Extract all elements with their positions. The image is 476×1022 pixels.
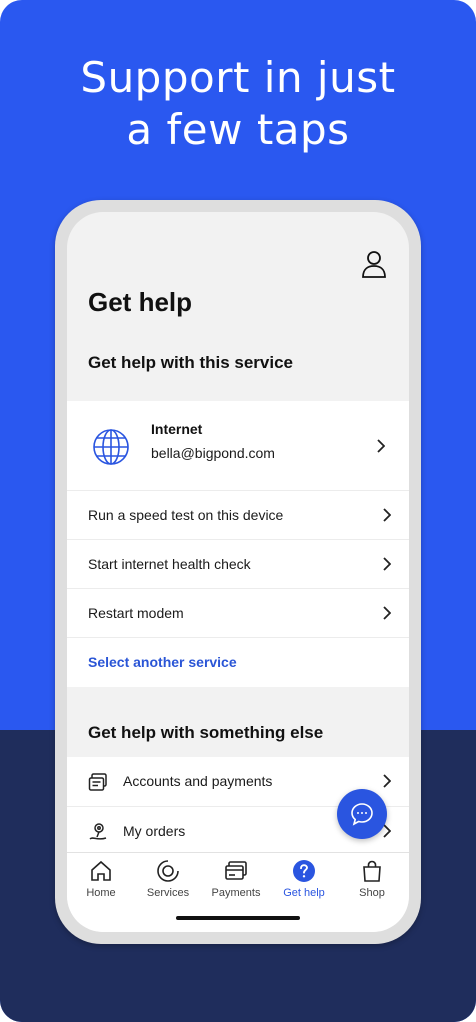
service-name: Internet [151,421,203,437]
chevron-right-icon [377,439,385,453]
action-label: Start internet health check [88,556,251,572]
tab-label: Get help [283,887,325,899]
tab-shop[interactable]: Shop [339,859,405,899]
action-label: Restart modem [88,605,184,621]
action-row-restart-modem[interactable]: Restart modem [67,588,409,638]
action-row-speed-test[interactable]: Run a speed test on this device [67,490,409,540]
action-label: Run a speed test on this device [88,507,284,523]
section-title-service: Get help with this service [88,353,294,372]
select-another-service-row[interactable]: Select another service [67,637,409,687]
promo-canvas: Support in just a few taps Get help Get … [0,0,476,1022]
chevron-right-icon [383,557,391,571]
card-icon [225,861,247,880]
other-label: My orders [123,823,186,839]
promo-headline: Support in just a few taps [0,52,476,156]
tab-label: Home [86,887,116,899]
help-circle-icon [293,860,315,882]
chevron-right-icon [383,606,391,620]
tab-payments[interactable]: Payments [203,859,269,899]
pin-icon [89,823,107,840]
section-title-other: Get help with something else [88,723,324,742]
chevron-right-icon [383,508,391,522]
bag-icon [363,860,381,882]
service-row-internet[interactable]: Internet bella@bigpond.com [67,401,409,490]
services-ring-icon [157,860,179,882]
chat-bubble-icon [351,803,373,826]
tab-label: Payments [211,887,261,899]
service-card: Internet bella@bigpond.com Run a speed t… [67,401,409,687]
home-icon [91,860,111,881]
action-row-health-check[interactable]: Start internet health check [67,539,409,589]
select-another-service-link[interactable]: Select another service [88,654,237,670]
tab-label: Shop [359,887,385,899]
tab-home[interactable]: Home [68,859,134,899]
other-label: Accounts and payments [123,773,273,789]
chevron-right-icon [383,774,391,788]
tab-get-help[interactable]: Get help [271,859,337,899]
headline-line-2: a few taps [126,105,350,154]
receipt-icon [88,773,107,791]
headline-line-1: Support in just [80,53,396,102]
phone-screen: Get help Get help with this service Inte… [67,212,409,932]
profile-icon[interactable] [361,250,387,278]
globe-icon [93,429,129,465]
tab-services[interactable]: Services [135,859,201,899]
service-account: bella@bigpond.com [151,445,275,461]
home-indicator [176,916,300,920]
page-title: Get help [88,287,193,317]
chat-button[interactable] [337,789,387,839]
tab-label: Services [146,887,190,899]
tab-bar: Home Services Payments Get help Shop [67,852,409,932]
phone-frame: Get help Get help with this service Inte… [55,200,421,944]
